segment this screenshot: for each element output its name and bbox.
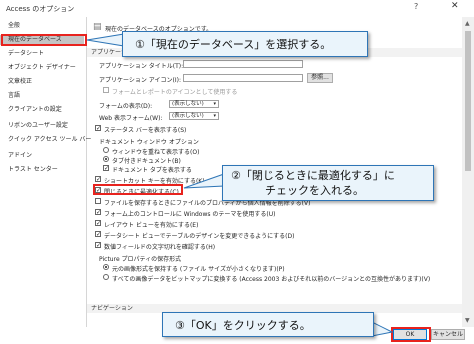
callout-step-2-line2: チェックを入れる。: [265, 184, 364, 197]
callout-step-1-text: ①「現在のデータベース」を選択する。: [135, 38, 332, 51]
callout-2-pointer: [183, 173, 225, 189]
callout-step-3: ③「OK」をクリックする。: [162, 312, 374, 337]
callout-step-3-text: ③「OK」をクリックする。: [175, 319, 311, 332]
callout-step-2: ②「閉じるときに最適化する」に チェックを入れる。: [222, 165, 434, 201]
callout-step-1: ①「現在のデータベース」を選択する。: [122, 31, 368, 57]
callout-1-pointer: [86, 33, 125, 47]
callout-3-pointer: [371, 321, 394, 337]
callout-step-2-line1: ②「閉じるときに最適化する」に: [231, 169, 395, 182]
